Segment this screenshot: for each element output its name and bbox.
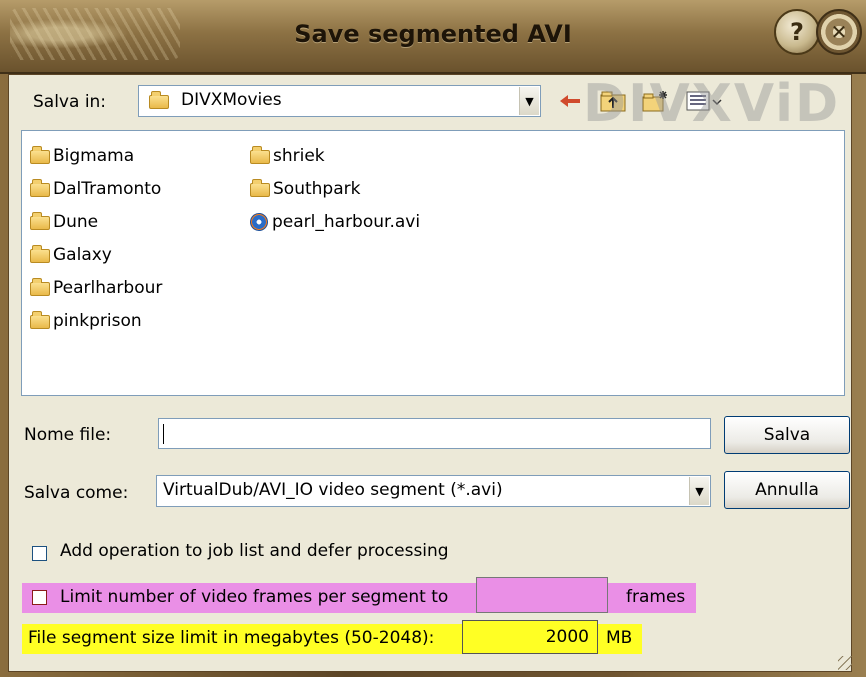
list-item[interactable]: Southpark [250, 178, 360, 200]
cancel-button[interactable]: Annulla [724, 471, 850, 509]
help-button[interactable]: ? [774, 9, 820, 55]
up-folder-icon[interactable] [598, 88, 628, 114]
folder-icon [149, 91, 169, 109]
list-item-label: pearl_harbour.avi [272, 212, 421, 232]
help-icon: ? [790, 18, 804, 46]
filetype-label: Salva come: [24, 483, 129, 503]
list-item-label: shriek [273, 146, 325, 166]
save-in-value: DIVXMovies [181, 90, 282, 110]
limit-frames-checkbox[interactable] [32, 590, 47, 605]
list-item-label: Dune [53, 212, 99, 232]
size-limit-value: 2000 [545, 627, 589, 647]
list-item-label: Galaxy [53, 245, 112, 265]
chevron-down-icon[interactable]: ▼ [689, 477, 709, 505]
folder-icon [30, 179, 50, 197]
folder-icon [30, 245, 50, 263]
view-menu-icon[interactable] [684, 88, 724, 114]
list-item-label: pinkprison [53, 311, 142, 331]
list-item[interactable]: pinkprison [30, 310, 142, 332]
folder-icon [30, 311, 50, 329]
defer-label: Add operation to job list and defer proc… [60, 541, 449, 561]
avi-file-icon [250, 213, 268, 231]
list-item[interactable]: shriek [250, 145, 325, 167]
folder-icon [30, 212, 50, 230]
folder-icon [30, 146, 50, 164]
list-item[interactable]: Pearlharbour [30, 277, 162, 299]
filetype-combobox[interactable]: VirtualDub/AVI_IO video segment (*.avi) … [156, 475, 711, 507]
chevron-down-icon[interactable]: ▼ [519, 87, 539, 115]
frames-unit-label: frames [626, 587, 686, 607]
save-in-label: Salva in: [33, 92, 107, 112]
window-title: Save segmented AVI [294, 20, 572, 48]
list-item-label: Pearlharbour [53, 278, 163, 298]
defer-checkbox[interactable] [32, 546, 47, 561]
save-in-combobox[interactable]: DIVXMovies ▼ [138, 85, 541, 117]
filename-label: Nome file: [24, 425, 112, 445]
save-button[interactable]: Salva [724, 416, 850, 454]
filetype-value: VirtualDub/AVI_IO video segment (*.avi) [163, 480, 503, 500]
close-icon: ✕ [830, 20, 848, 44]
save-dialog-window: Save segmented AVI ? ✕ Salva in: DIVXMov… [0, 0, 866, 677]
size-limit-label: File segment size limit in megabytes (50… [28, 628, 435, 648]
title-ornament [10, 8, 180, 60]
list-item[interactable]: pearl_harbour.avi [250, 211, 420, 233]
list-item-label: Bigmama [53, 146, 135, 166]
list-item[interactable]: Dune [30, 211, 98, 233]
text-caret [163, 424, 164, 444]
filename-input[interactable] [158, 418, 711, 449]
close-button[interactable]: ✕ [816, 9, 862, 55]
size-unit-label: MB [606, 628, 633, 648]
list-item-label: Southpark [273, 179, 361, 199]
file-list[interactable]: Bigmama DalTramonto Dune Galaxy Pearlhar… [21, 130, 845, 396]
limit-frames-input[interactable] [476, 577, 608, 613]
resize-grip[interactable] [838, 656, 852, 670]
size-limit-input[interactable]: 2000 [462, 620, 598, 654]
limit-frames-label: Limit number of video frames per segment… [60, 587, 449, 607]
folder-icon [250, 179, 270, 197]
list-item[interactable]: Bigmama [30, 145, 134, 167]
folder-icon [30, 278, 50, 296]
list-item[interactable]: Galaxy [30, 244, 112, 266]
title-bar[interactable]: Save segmented AVI ? ✕ [0, 0, 866, 74]
list-item-label: DalTramonto [53, 179, 162, 199]
new-folder-icon[interactable] [640, 88, 670, 114]
folder-icon [250, 146, 270, 164]
list-item[interactable]: DalTramonto [30, 178, 161, 200]
back-arrow-icon[interactable] [558, 88, 582, 114]
